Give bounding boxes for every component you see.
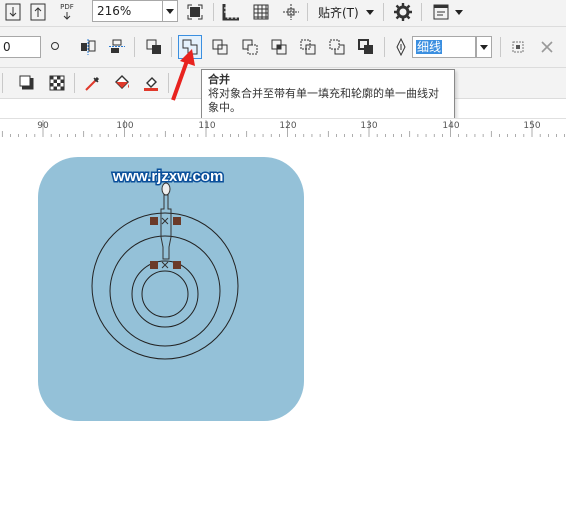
show-grid-icon[interactable] [250,1,272,23]
standard-toolbar: PDF 216% 贴齐(T) [0,0,566,27]
publish-pdf-icon[interactable]: PDF [56,1,78,23]
intersect-icon[interactable] [268,36,290,58]
import-icon[interactable] [4,2,22,22]
arrange-order-icon[interactable] [143,36,165,58]
show-rulers-icon[interactable] [220,1,242,23]
separator [2,73,3,93]
ruler-label: 100 [116,121,134,131]
separator [307,3,308,21]
separator [213,3,214,21]
ungroup-icon[interactable] [106,36,128,58]
separator [500,37,501,57]
outline-width-field[interactable]: 细线 [412,36,476,58]
annotation-arrow [171,49,195,101]
separator [74,73,75,93]
pen-nib-icon [392,36,410,58]
smart-fill-icon[interactable] [140,72,162,94]
show-guidelines-icon[interactable] [280,1,302,23]
weld-icon[interactable] [209,36,231,58]
separator [421,3,422,21]
close-icon[interactable] [536,36,558,58]
full-screen-icon[interactable] [184,1,206,23]
application-launcher-icon[interactable] [430,1,452,23]
ruler-label: 90 [37,121,49,131]
ruler-label: 140 [442,121,460,131]
interactive-fill-icon[interactable] [111,72,133,94]
transparency-icon[interactable] [46,72,68,94]
ruler-label: 120 [279,121,297,131]
drawing-canvas[interactable]: www.rjzxw.com [0,137,566,507]
zoom-dropdown-icon[interactable] [162,0,178,22]
front-minus-back-icon[interactable] [326,36,348,58]
trim-icon[interactable] [239,36,261,58]
drop-shadow-icon[interactable] [16,72,38,94]
pdf-label: PDF [60,3,74,11]
separator [383,3,384,21]
watermark-text: www.rjzxw.com [112,168,224,185]
separator [384,37,385,57]
outline-width-dropdown-icon[interactable] [476,36,492,58]
snap-dropdown-icon[interactable] [364,4,376,20]
group-icon[interactable] [78,36,100,58]
horizontal-ruler[interactable]: 90 100 110 120 130 140 150 [0,118,566,138]
outline-width-value: 细线 [416,40,443,54]
separator [134,37,135,57]
rounded-background-card [38,157,304,421]
tooltip-description: 将对象合并至带有单一填充和轮廓的单一曲线对象中。 [208,87,439,114]
eyedropper-icon[interactable] [82,72,104,94]
combine-tooltip: 合并 将对象合并至带有单一填充和轮廓的单一曲线对象中。 [201,69,455,125]
boundary-icon[interactable] [355,36,377,58]
export-icon[interactable] [29,2,47,22]
options-gear-icon[interactable] [392,1,414,23]
ruler-label: 150 [523,121,541,131]
zoom-level-field[interactable]: 216% [92,0,162,22]
lock-ratio-icon[interactable] [49,39,61,53]
ruler-label: 130 [360,121,378,131]
snap-to-menu[interactable]: 贴齐(T) [318,4,359,21]
ruler-label: 110 [198,121,216,131]
tooltip-title: 合并 [208,73,230,86]
position-field[interactable]: 0 [0,36,41,58]
convert-to-curves-icon[interactable] [507,36,529,58]
launcher-dropdown-icon[interactable] [453,4,465,20]
simplify-icon[interactable] [297,36,319,58]
property-bar: 0 细线 [0,27,566,68]
